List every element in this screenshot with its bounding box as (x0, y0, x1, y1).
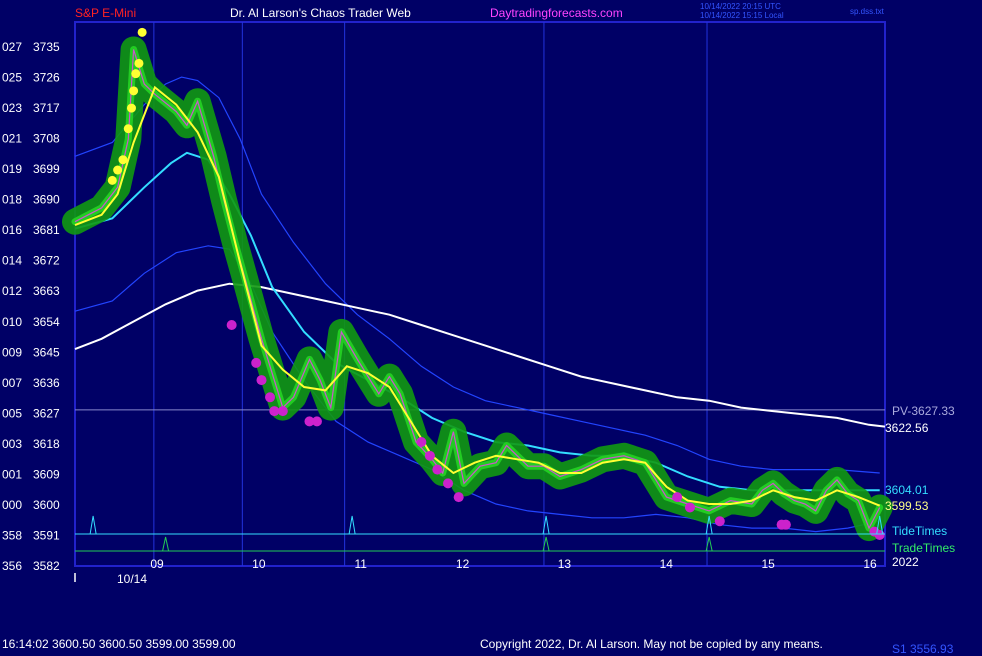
year-label: 2022 (892, 555, 919, 569)
y-tick-code-2: 023 (2, 101, 22, 115)
cyan-ma-value: 3604.01 (885, 483, 929, 497)
trade-spike-0 (162, 536, 170, 552)
y-tick-price-0: 3735 (33, 40, 60, 54)
y-tick-price-9: 3654 (33, 315, 60, 329)
y-tick-price-5: 3690 (33, 193, 60, 207)
y-tick-code-16: 358 (2, 528, 22, 542)
x-tick-label-3: 12 (456, 557, 470, 571)
y-tick-price-11: 3636 (33, 376, 60, 390)
y-tick-price-7: 3672 (33, 254, 60, 268)
y-tick-code-11: 007 (2, 376, 22, 390)
y-tick-price-1: 3726 (33, 71, 60, 85)
utc-timestamp: 10/14/2022 20:15 UTC (700, 2, 781, 11)
magenta-dot-2 (256, 375, 267, 386)
tide-spike-0 (89, 515, 97, 535)
last-quote: 16:14:02 3600.50 3600.50 3599.00 3599.00 (2, 637, 236, 651)
magenta-dot-7 (311, 416, 322, 427)
magenta-dot-8 (416, 437, 427, 448)
y-tick-code-7: 014 (2, 254, 22, 268)
yellow-dot-3 (123, 124, 133, 134)
chart-title: Dr. Al Larson's Chaos Trader Web (230, 6, 411, 20)
magenta-dot-11 (443, 478, 454, 489)
y-tick-code-5: 018 (2, 193, 22, 207)
magenta-dot-10 (432, 464, 443, 475)
cyan-moving-average (74, 151, 880, 492)
y-tick-code-8: 012 (2, 284, 22, 298)
y-tick-price-10: 3645 (33, 345, 60, 359)
x-tick-label-7: 16 (863, 557, 877, 571)
price-glow (62, 36, 893, 542)
y-tick-code-14: 001 (2, 467, 22, 481)
yellow-dot-7 (134, 58, 144, 68)
tide-spike-1 (348, 515, 356, 535)
magenta-dot-15 (714, 516, 725, 527)
magenta-dot-3 (265, 392, 276, 403)
local-timestamp: 10/14/2022 15:15 Local (700, 11, 784, 20)
magenta-dot-12 (453, 492, 464, 503)
magenta-dot-14 (684, 502, 695, 513)
pivot-label: PV-3627.33 (892, 404, 955, 418)
symbol-title: S&P E-Mini (75, 6, 137, 20)
y-tick-price-12: 3627 (33, 406, 60, 420)
white-ma-value: 3622.56 (885, 421, 929, 435)
y-tick-price-8: 3663 (33, 284, 60, 298)
magenta-dot-17 (780, 519, 791, 530)
y-tick-code-9: 010 (2, 315, 22, 329)
x-tick-label-2: 11 (354, 557, 367, 571)
price-chart: 027 3735 025 3726 023 3717 021 3708 019 3699 018 36… (2, 21, 893, 582)
yellow-dot-1 (113, 165, 123, 175)
y-tick-price-13: 3618 (33, 437, 60, 451)
x-tick-label-1: 10 (252, 557, 266, 571)
yellow-moving-average (74, 85, 881, 507)
copyright-notice: Copyright 2022, Dr. Al Larson. May not b… (480, 637, 823, 651)
y-tick-price-15: 3600 (33, 498, 60, 512)
x-tick-label-4: 13 (558, 557, 572, 571)
tide-times-label: TideTimes (892, 524, 948, 538)
y-tick-price-14: 3609 (33, 467, 60, 481)
y-tick-price-16: 3591 (33, 528, 60, 542)
y-tick-code-13: 003 (2, 437, 22, 451)
x-tick-label-0: 09 (150, 557, 164, 571)
y-tick-code-4: 019 (2, 162, 22, 176)
magenta-dot-5 (277, 406, 288, 417)
y-tick-code-0: 027 (2, 40, 22, 54)
x-tick-label-6: 15 (761, 557, 775, 571)
y-tick-price-2: 3717 (33, 101, 60, 115)
yellow-ma-value: 3599.53 (885, 499, 929, 513)
magenta-dot-19 (874, 530, 885, 541)
yellow-dot-6 (131, 69, 141, 79)
trade-times-label: TradeTimes (892, 541, 956, 555)
y-tick-price-3: 3708 (33, 132, 60, 146)
y-tick-code-17: 356 (2, 559, 22, 573)
magenta-dot-13 (672, 492, 683, 503)
cut-off-value: S1 3556.93 (892, 642, 954, 656)
y-tick-price-17: 3582 (33, 559, 60, 573)
y-tick-code-6: 016 (2, 223, 22, 237)
magenta-dot-0 (226, 319, 237, 330)
x-tick-label-5: 14 (660, 557, 674, 571)
yellow-dot-5 (129, 86, 139, 96)
data-file-name: sp.dss.txt (850, 7, 884, 16)
magenta-dot-9 (424, 450, 435, 461)
yellow-dot-2 (118, 155, 128, 165)
y-tick-code-1: 025 (2, 71, 22, 85)
y-tick-code-12: 005 (2, 406, 22, 420)
magenta-dot-1 (251, 357, 262, 368)
y-tick-code-3: 021 (2, 132, 22, 146)
yellow-dot-4 (126, 103, 136, 113)
y-tick-price-6: 3681 (33, 223, 60, 237)
site-link[interactable]: Daytradingforecasts.com (490, 6, 623, 20)
y-tick-code-10: 009 (2, 345, 22, 359)
yellow-dot-0 (107, 175, 117, 185)
yellow-dot-8 (137, 27, 147, 37)
y-tick-price-4: 3699 (33, 162, 60, 176)
date-label: 10/14 (117, 572, 148, 586)
magenta-dot-4 (269, 406, 280, 417)
white-moving-average (74, 282, 886, 428)
y-tick-code-15: 000 (2, 498, 22, 512)
